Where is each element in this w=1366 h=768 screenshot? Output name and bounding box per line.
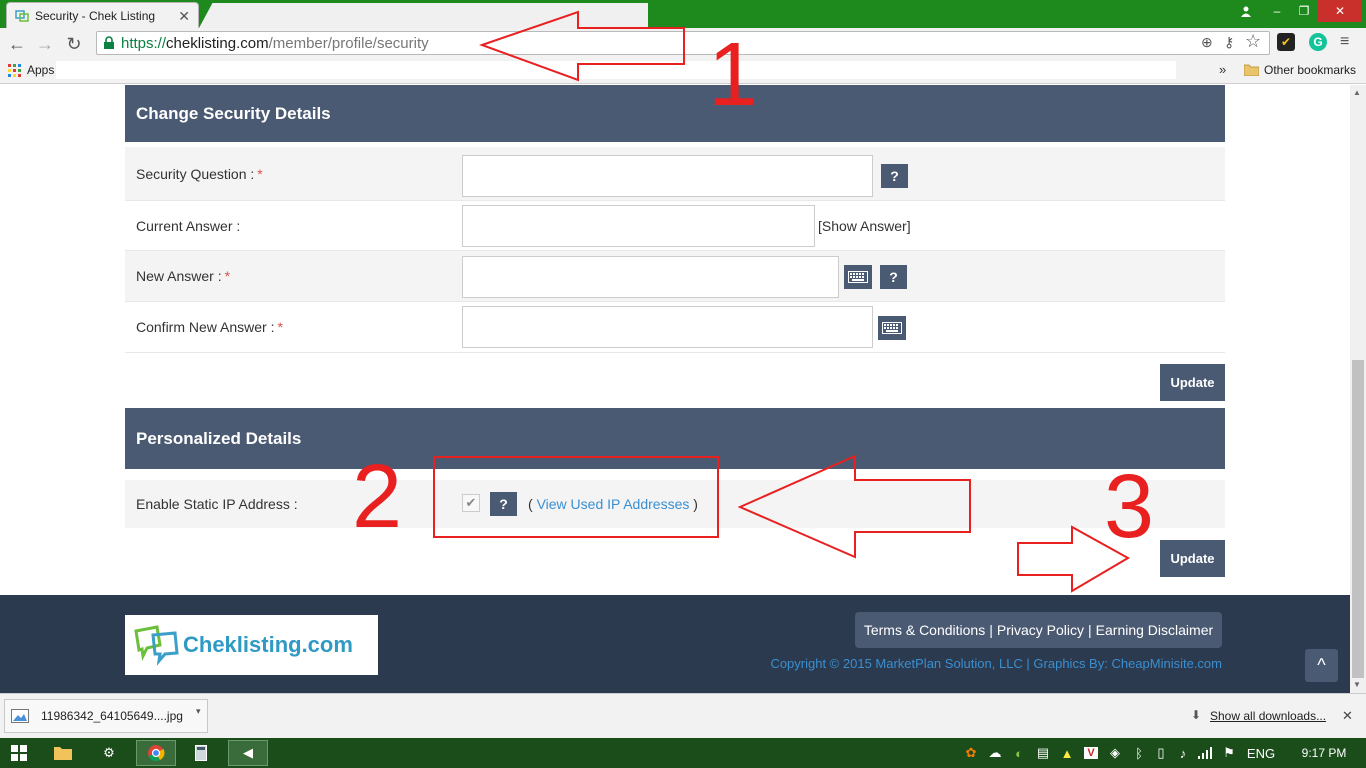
annotation-number-3: 3 (1104, 457, 1155, 557)
annotation-arrow-2 (737, 454, 971, 559)
annotation-layer (433, 10, 1131, 593)
annotation-highlight-box (433, 456, 719, 538)
annotation-arrow-1 (479, 10, 685, 82)
annotation-number-2: 2 (352, 447, 403, 547)
annotation-number-1: 1 (708, 25, 759, 125)
